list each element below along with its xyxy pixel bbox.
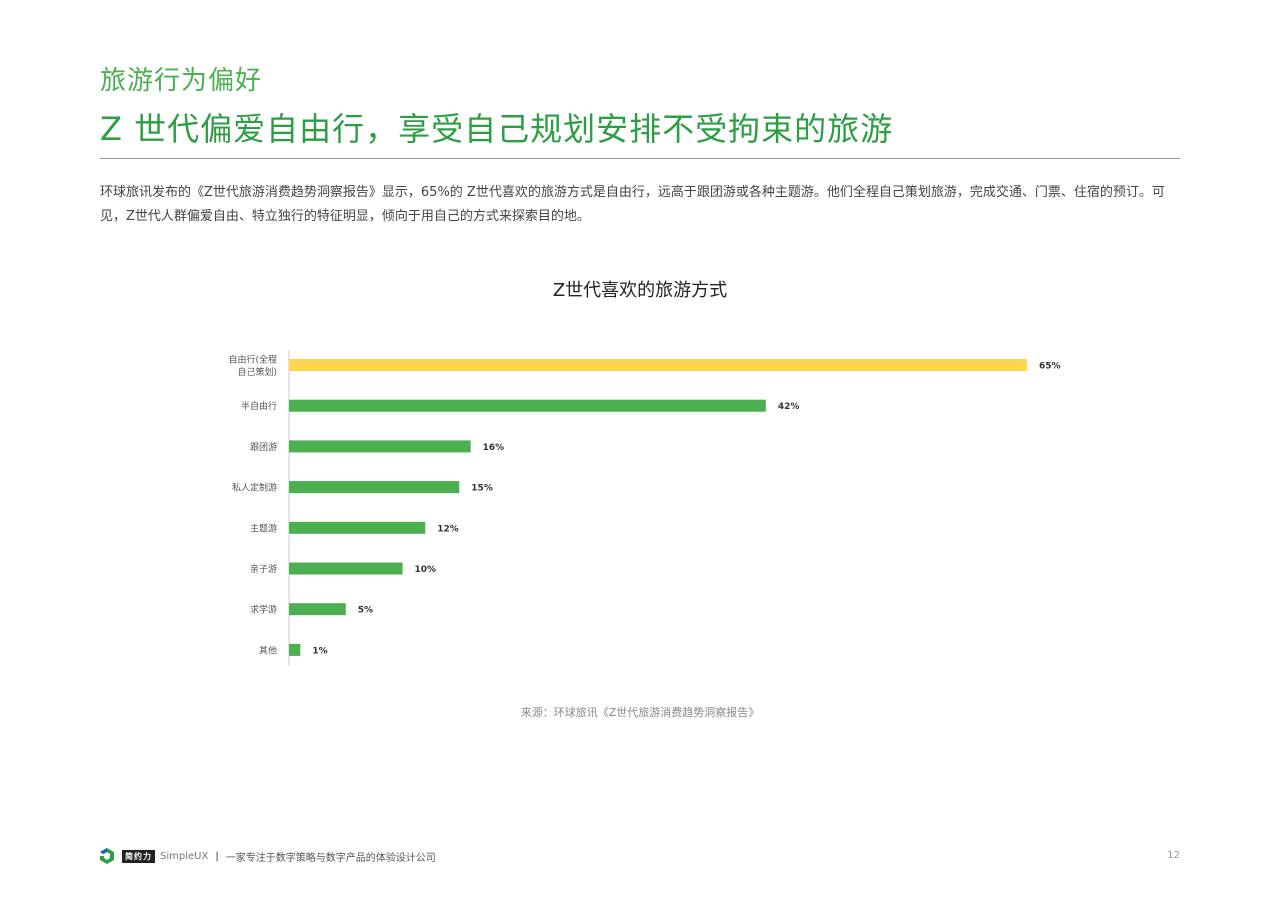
bar-value-label-6: 5% <box>358 606 373 616</box>
category-label-7: 其他 <box>259 644 277 656</box>
bar-1 <box>289 399 766 412</box>
category-label-0: 自由行(全程自己策划) <box>228 353 277 378</box>
bar-0 <box>289 359 1027 371</box>
footer-tagline: 一家专注于数字策略与数字产品的体验设计公司 <box>225 852 436 864</box>
bar-value-label-0: 65% <box>1039 362 1061 372</box>
bar-3 <box>289 481 460 494</box>
bar-2 <box>289 440 471 453</box>
brand-name: SimpleUX <box>160 850 209 862</box>
category-label-2: 跟团游 <box>250 441 277 453</box>
category-label-3: 私人定制游 <box>232 482 277 494</box>
logo-wordmark: 简约力 <box>122 849 155 863</box>
bar-value-label-4: 12% <box>437 524 459 534</box>
footer: 简约力 SimpleUX | 一家专注于数字策略与数字产品的体验设计公司 <box>98 846 436 866</box>
category-label-4: 主题游 <box>250 522 277 534</box>
bar-chart: 65% 自由行(全程自己策划) 42% 半自由行 16% 跟团游 15% 私人定制游 12% 主题… <box>228 350 1061 666</box>
category-label-1: 半自由行 <box>241 400 277 412</box>
footer-separator: | <box>215 850 219 862</box>
bar-value-label-2: 16% <box>483 443 505 453</box>
bar-7 <box>289 643 301 656</box>
simpleux-logo-icon <box>100 848 114 864</box>
bar-value-label-3: 15% <box>471 484 493 494</box>
category-label-5: 亲子游 <box>250 563 277 575</box>
bar-value-label-1: 42% <box>778 402 800 412</box>
category-label-6: 求学游 <box>250 604 277 616</box>
bar-value-label-7: 1% <box>312 646 327 656</box>
bar-6 <box>289 603 346 616</box>
chart-source: 来源：环球旅讯《Z世代旅游消费趋势洞察报告》 <box>520 706 760 719</box>
bar-5 <box>289 562 403 575</box>
page-number: 12 <box>1167 850 1180 861</box>
bar-4 <box>289 521 426 534</box>
bar-value-label-5: 10% <box>415 565 437 575</box>
